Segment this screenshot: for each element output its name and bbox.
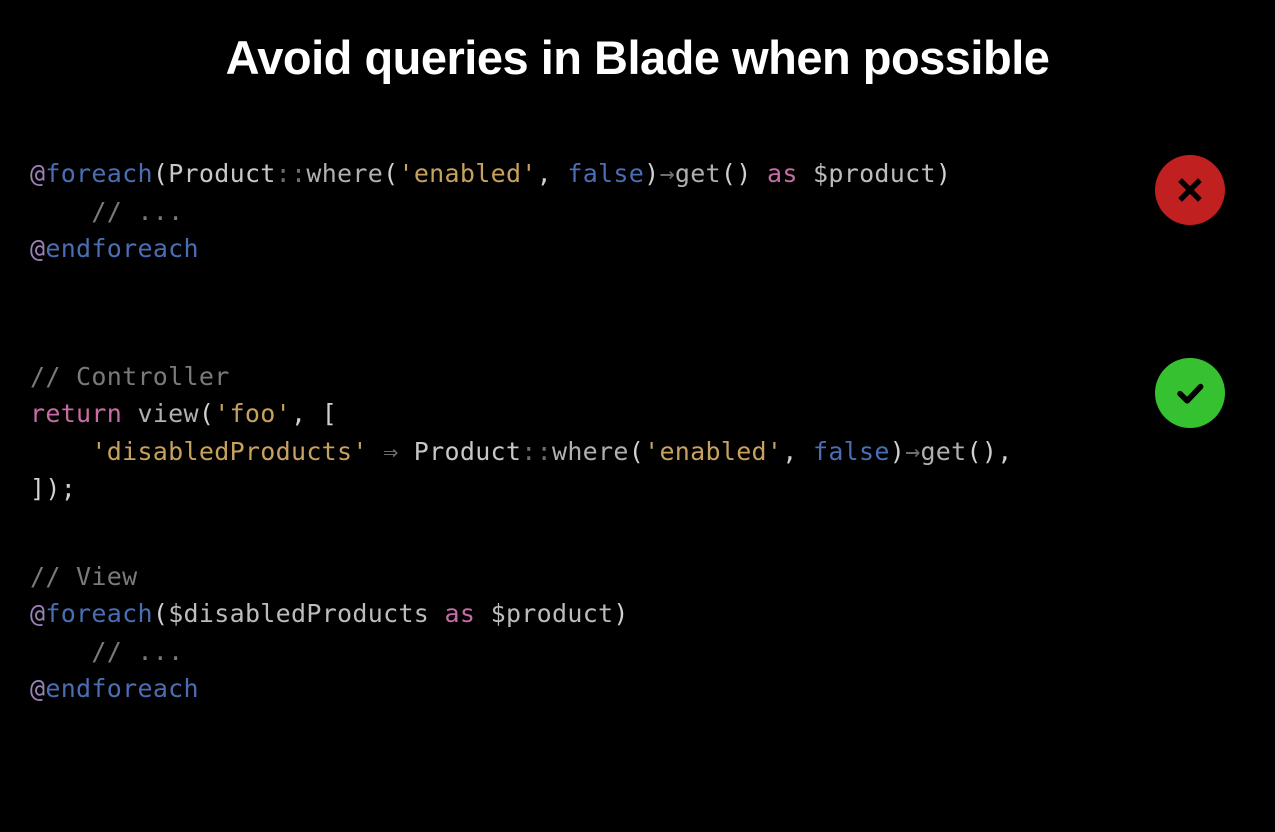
token: ,: [537, 159, 568, 188]
token: [429, 599, 444, 628]
token: (: [153, 159, 168, 188]
check-icon: [1155, 358, 1225, 428]
token: (),: [967, 437, 1013, 466]
token: get: [675, 159, 721, 188]
token: [475, 599, 490, 628]
token: @: [30, 159, 45, 188]
token: (: [153, 599, 168, 628]
token: get: [920, 437, 966, 466]
token: @: [30, 234, 45, 263]
cross-icon: [1155, 155, 1225, 225]
token: [30, 437, 91, 466]
token: ): [936, 159, 951, 188]
token: foreach: [45, 599, 152, 628]
token: Product: [414, 437, 521, 466]
token: ]);: [30, 474, 76, 503]
token: where: [306, 159, 383, 188]
token: // Controller: [30, 362, 230, 391]
token: 'enabled': [398, 159, 536, 188]
token: (: [629, 437, 644, 466]
code-bad: @foreach(Product::where('enabled', false…: [30, 155, 1245, 268]
token: (: [199, 399, 214, 428]
token: [30, 637, 91, 666]
token: →: [905, 437, 920, 466]
token: // View: [30, 562, 137, 591]
token: 'enabled': [644, 437, 782, 466]
token: @: [30, 599, 45, 628]
token: view: [137, 399, 198, 428]
token: false: [813, 437, 890, 466]
token: false: [567, 159, 644, 188]
token: [30, 197, 91, 226]
token: @: [30, 674, 45, 703]
token: ): [890, 437, 905, 466]
token: as: [767, 159, 798, 188]
token: $disabledProducts: [168, 599, 429, 628]
token: endforeach: [45, 674, 199, 703]
token: , [: [291, 399, 337, 428]
token: $product: [813, 159, 936, 188]
token: (): [721, 159, 767, 188]
token: →: [659, 159, 674, 188]
token: ): [644, 159, 659, 188]
token: ⇒: [368, 437, 414, 466]
token: ::: [521, 437, 552, 466]
token: // ...: [91, 637, 183, 666]
token: // ...: [91, 197, 183, 226]
token: [798, 159, 813, 188]
token: foreach: [45, 159, 152, 188]
token: 'foo': [214, 399, 291, 428]
slide-title: Avoid queries in Blade when possible: [30, 30, 1245, 85]
code-block-good-view: // View @foreach($disabledProducts as $p…: [30, 558, 1245, 708]
token: where: [552, 437, 629, 466]
token: (: [383, 159, 398, 188]
token: $product: [491, 599, 614, 628]
token: [122, 399, 137, 428]
code-block-good-controller: // Controller return view('foo', [ 'disa…: [30, 358, 1245, 508]
token: ::: [276, 159, 307, 188]
token: 'disabledProducts': [91, 437, 367, 466]
slide: Avoid queries in Blade when possible @fo…: [0, 0, 1275, 832]
code-block-bad: @foreach(Product::where('enabled', false…: [30, 155, 1245, 268]
token: return: [30, 399, 122, 428]
token: endforeach: [45, 234, 199, 263]
token: ,: [782, 437, 813, 466]
code-view: // View @foreach($disabledProducts as $p…: [30, 558, 1245, 708]
token: Product: [168, 159, 275, 188]
code-controller: // Controller return view('foo', [ 'disa…: [30, 358, 1245, 508]
token: ): [613, 599, 628, 628]
token: as: [445, 599, 476, 628]
